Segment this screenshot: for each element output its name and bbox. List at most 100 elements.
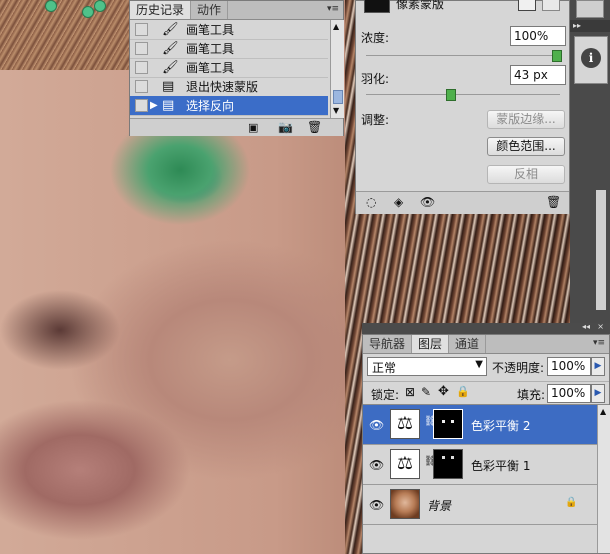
- tab-actions[interactable]: 动作: [191, 1, 229, 19]
- layer-name[interactable]: 背景: [427, 497, 451, 514]
- history-state-icon: ▤: [162, 98, 175, 113]
- delete-icon[interactable]: 🗑: [546, 195, 561, 209]
- history-item[interactable]: 🖌 画笔工具: [130, 39, 328, 59]
- layers-list: 👁 ⚖ ⛓ 色彩平衡 2 👁 ⚖ ⛓ 色彩平衡 1 👁 背景 �: [363, 405, 597, 553]
- history-item-label: 选择反向: [186, 99, 235, 113]
- history-item[interactable]: 🖌 画笔工具: [130, 20, 328, 40]
- density-input[interactable]: 100%: [510, 26, 566, 46]
- layer-name[interactable]: 色彩平衡 1: [471, 457, 530, 474]
- history-panel: 历史记录 动作 ▾≡ 🖌 画笔工具 🖌 画笔工具 🖌 画笔工具 ▤ 退出快速蒙版…: [129, 0, 344, 136]
- feather-slider-track[interactable]: [366, 89, 560, 101]
- panel-menu-icon[interactable]: ▾≡: [327, 4, 339, 14]
- collapse-icon[interactable]: ◂◂: [582, 322, 590, 331]
- layer-row-background[interactable]: 👁 背景 🔒: [363, 485, 597, 525]
- background-thumbnail[interactable]: [390, 489, 420, 519]
- headpiece-gem: [45, 0, 57, 12]
- close-icon[interactable]: ×: [597, 322, 604, 331]
- history-footer: ▣ 📷 🗑: [130, 118, 343, 136]
- dock-collapse-bar[interactable]: ▸▸: [570, 20, 610, 32]
- history-scrollbar[interactable]: ▲ ▼: [330, 20, 344, 118]
- vector-mask-button[interactable]: [542, 0, 560, 11]
- invert-button[interactable]: 反相: [487, 165, 565, 184]
- headpiece-gem: [82, 6, 94, 18]
- tab-channels[interactable]: 通道: [449, 335, 487, 353]
- lock-icon: 🔒: [565, 497, 578, 508]
- snapshot-checkbox[interactable]: [135, 99, 148, 112]
- scroll-up-icon[interactable]: ▲: [333, 22, 339, 31]
- headpiece-gem: [94, 0, 106, 12]
- feather-slider-thumb[interactable]: [446, 89, 456, 101]
- history-list: 🖌 画笔工具 🖌 画笔工具 🖌 画笔工具 ▤ 退出快速蒙版 ▶ ▤ 选择反向: [130, 20, 330, 118]
- blend-mode-select[interactable]: 正常 ▼: [367, 357, 487, 376]
- masks-panel: 像素蒙版 浓度: 100% 羽化: 43 px 调整: 蒙版边缘... 颜色范围…: [355, 0, 570, 214]
- density-slider-track[interactable]: [366, 50, 562, 62]
- layers-panel: 导航器 图层 通道 ▾≡ 正常 ▼ 不透明度: 100% ▶ 锁定: ⊠ ✎ ✥…: [362, 334, 610, 554]
- tab-layers[interactable]: 图层: [412, 335, 450, 353]
- load-selection-icon[interactable]: ◌: [366, 195, 376, 209]
- mask-edge-button[interactable]: 蒙版边缘...: [487, 110, 565, 129]
- pixel-mask-button[interactable]: [518, 0, 536, 11]
- scroll-down-icon[interactable]: ▼: [333, 106, 339, 115]
- eye-icon[interactable]: 👁: [369, 418, 384, 432]
- layers-panel-titlebar[interactable]: ◂◂ ×: [362, 322, 610, 334]
- dock-icon-top[interactable]: [576, 0, 604, 18]
- lock-all-icon[interactable]: 🔒: [456, 385, 470, 398]
- density-label: 浓度:: [361, 31, 390, 45]
- history-item-label: 退出快速蒙版: [186, 80, 259, 94]
- layers-tabbar: 导航器 图层 通道 ▾≡: [363, 335, 609, 354]
- history-item-label: 画笔工具: [186, 42, 235, 56]
- balance-scale-icon: ⚖: [396, 413, 414, 434]
- opacity-label: 不透明度:: [492, 361, 545, 375]
- layers-scrollbar[interactable]: ▲: [597, 405, 610, 553]
- layer-row-color-balance-2[interactable]: 👁 ⚖ ⛓ 色彩平衡 2: [363, 405, 597, 445]
- tab-history[interactable]: 历史记录: [130, 1, 192, 19]
- history-state-marker-icon: ▶: [150, 100, 158, 111]
- hair-area: [0, 0, 130, 70]
- history-item[interactable]: ▤ 退出快速蒙版: [130, 77, 328, 97]
- layer-name[interactable]: 色彩平衡 2: [471, 417, 530, 434]
- layers-options-row: 锁定: ⊠ ✎ ✥ 🔒 填充: 100% ▶: [363, 381, 609, 405]
- dock-scroll: [596, 190, 606, 310]
- scroll-thumb[interactable]: [333, 90, 343, 104]
- fill-arrow-icon[interactable]: ▶: [591, 384, 605, 403]
- opacity-input[interactable]: 100%: [547, 357, 591, 376]
- info-button[interactable]: i: [574, 36, 608, 84]
- lock-pixels-icon[interactable]: ✎: [421, 385, 431, 399]
- opacity-arrow-icon[interactable]: ▶: [591, 357, 605, 376]
- feather-input[interactable]: 43 px: [510, 65, 566, 85]
- scroll-up-icon[interactable]: ▲: [600, 407, 606, 416]
- snapshot-checkbox[interactable]: [135, 80, 148, 93]
- history-tabbar: 历史记录 动作 ▾≡: [130, 1, 343, 20]
- eye-icon[interactable]: 👁: [369, 458, 384, 472]
- chevron-down-icon: ▼: [475, 359, 483, 370]
- color-range-button[interactable]: 颜色范围...: [487, 137, 565, 156]
- mask-footer: ◌ ◈ 👁 🗑: [356, 191, 569, 214]
- fill-input[interactable]: 100%: [547, 384, 591, 403]
- brush-icon: 🖌: [162, 60, 179, 75]
- new-snapshot-icon[interactable]: 📷: [278, 120, 293, 134]
- density-slider-thumb[interactable]: [552, 50, 562, 62]
- balance-scale-icon: ⚖: [396, 453, 414, 474]
- apply-mask-icon[interactable]: ◈: [394, 195, 403, 209]
- lock-position-icon[interactable]: ✥: [438, 384, 449, 399]
- mask-top-row: 像素蒙版: [356, 0, 569, 15]
- history-item[interactable]: 🖌 画笔工具: [130, 58, 328, 78]
- eye-icon[interactable]: 👁: [369, 498, 384, 512]
- feather-label: 羽化:: [361, 72, 390, 86]
- layer-mask-thumbnail[interactable]: [433, 449, 463, 479]
- snapshot-checkbox[interactable]: [135, 23, 148, 36]
- eye-icon[interactable]: 👁: [420, 195, 435, 209]
- history-item-selected[interactable]: ▶ ▤ 选择反向: [130, 96, 328, 116]
- adjustment-thumbnail[interactable]: ⚖: [390, 409, 420, 439]
- lock-transparency-icon[interactable]: ⊠: [405, 385, 415, 399]
- tab-navigator[interactable]: 导航器: [363, 335, 413, 353]
- layer-mask-thumbnail[interactable]: [433, 409, 463, 439]
- adjustment-thumbnail[interactable]: ⚖: [390, 449, 420, 479]
- new-document-from-state-icon[interactable]: ▣: [248, 121, 258, 134]
- pixel-mask-label: 像素蒙版: [396, 0, 445, 11]
- delete-state-icon[interactable]: 🗑: [307, 120, 322, 134]
- panel-menu-icon[interactable]: ▾≡: [593, 338, 605, 348]
- snapshot-checkbox[interactable]: [135, 61, 148, 74]
- layer-row-color-balance-1[interactable]: 👁 ⚖ ⛓ 色彩平衡 1: [363, 445, 597, 485]
- snapshot-checkbox[interactable]: [135, 42, 148, 55]
